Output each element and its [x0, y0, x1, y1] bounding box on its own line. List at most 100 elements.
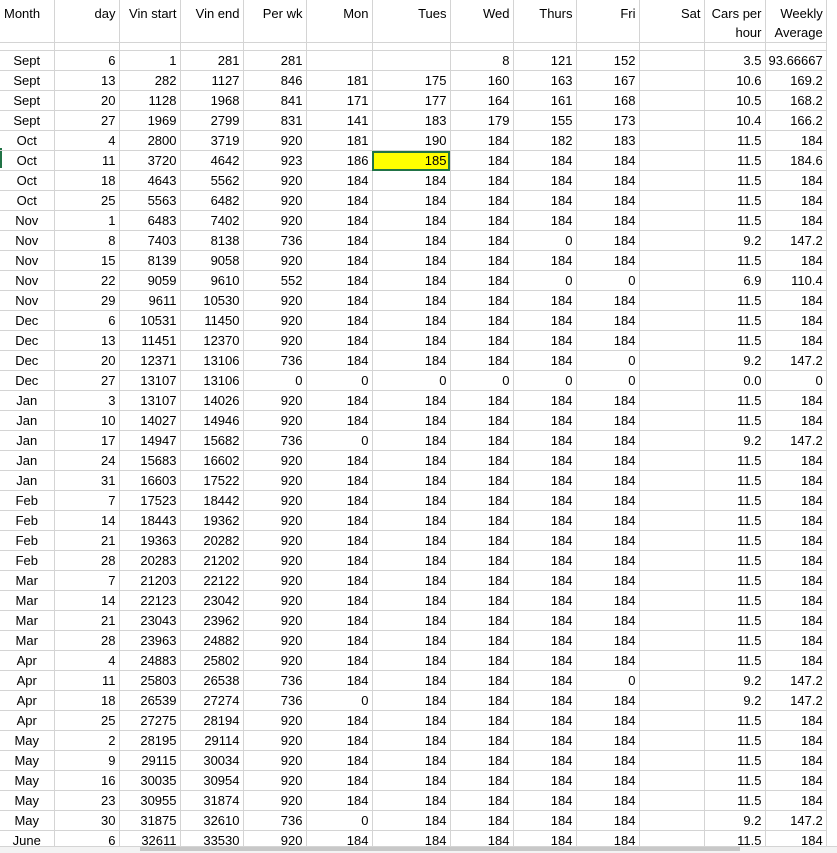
cell-day[interactable]: 3 [54, 390, 120, 411]
cell-month[interactable]: Apr [0, 650, 55, 671]
empty-cell[interactable] [450, 42, 514, 51]
cell-fri[interactable]: 184 [576, 810, 640, 831]
cell-weekly-average[interactable]: 184 [765, 710, 827, 731]
cell-thurs[interactable]: 184 [513, 610, 577, 631]
cell-mon[interactable]: 184 [306, 230, 373, 251]
cell-vin-end[interactable]: 28194 [180, 710, 244, 731]
cell-cars-per-hour[interactable]: 10.4 [704, 110, 766, 131]
cell-mon[interactable]: 184 [306, 490, 373, 511]
cell-cars-per-hour[interactable]: 6.9 [704, 270, 766, 291]
cell-wed[interactable]: 179 [450, 110, 514, 131]
cell-wed[interactable]: 184 [450, 390, 514, 411]
cell-vin-end[interactable]: 4642 [180, 150, 244, 171]
cell-wed[interactable]: 184 [450, 350, 514, 371]
cell-month[interactable]: Dec [0, 370, 55, 391]
cell-thurs[interactable]: 0 [513, 370, 577, 391]
cell-vin-start[interactable]: 14947 [119, 430, 181, 451]
cell-vin-end[interactable]: 21202 [180, 550, 244, 571]
cell-wed[interactable]: 184 [450, 570, 514, 591]
cell-sat[interactable] [639, 190, 705, 211]
cell-vin-end[interactable]: 22122 [180, 570, 244, 591]
cell-sat[interactable] [639, 710, 705, 731]
cell-thurs[interactable]: 184 [513, 670, 577, 691]
cell-vin-end[interactable]: 2799 [180, 110, 244, 131]
cell-thurs[interactable]: 184 [513, 750, 577, 771]
cell-per-wk[interactable]: 920 [243, 790, 307, 811]
cell-thurs[interactable]: 184 [513, 810, 577, 831]
cell-day[interactable]: 31 [54, 470, 120, 491]
cell-mon[interactable]: 186 [306, 150, 373, 171]
cell-vin-end[interactable]: 17522 [180, 470, 244, 491]
cell-vin-start[interactable]: 12371 [119, 350, 181, 371]
cell-thurs[interactable]: 184 [513, 570, 577, 591]
cell-tues[interactable]: 190 [372, 130, 451, 151]
cell-month[interactable]: Dec [0, 310, 55, 331]
cell-mon[interactable]: 184 [306, 470, 373, 491]
cell-sat[interactable] [639, 570, 705, 591]
cell-tues[interactable]: 184 [372, 530, 451, 551]
cell-weekly-average[interactable]: 147.2 [765, 670, 827, 691]
cell-weekly-average[interactable]: 184 [765, 770, 827, 791]
cell-day[interactable]: 1 [54, 210, 120, 231]
cell-tues[interactable]: 184 [372, 710, 451, 731]
cell-vin-end[interactable]: 24882 [180, 630, 244, 651]
cell-month[interactable]: Apr [0, 690, 55, 711]
cell-month[interactable]: Oct [0, 170, 55, 191]
cell-per-wk[interactable]: 831 [243, 110, 307, 131]
cell-sat[interactable] [639, 490, 705, 511]
cell-sat[interactable] [639, 390, 705, 411]
cell-weekly-average[interactable]: 147.2 [765, 230, 827, 251]
cell-tues[interactable]: 184 [372, 450, 451, 471]
cell-sat[interactable] [639, 610, 705, 631]
cell-per-wk[interactable]: 736 [243, 230, 307, 251]
cell-cars-per-hour[interactable]: 11.5 [704, 170, 766, 191]
cell-month[interactable]: Feb [0, 530, 55, 551]
cell-per-wk[interactable]: 920 [243, 210, 307, 231]
cell-tues[interactable]: 184 [372, 670, 451, 691]
cell-weekly-average[interactable]: 184 [765, 610, 827, 631]
cell-day[interactable]: 18 [54, 690, 120, 711]
header-fri[interactable]: Fri [576, 0, 640, 43]
cell-per-wk[interactable]: 920 [243, 730, 307, 751]
cell-weekly-average[interactable]: 184 [765, 450, 827, 471]
cell-weekly-average[interactable]: 184 [765, 590, 827, 611]
cell-per-wk[interactable]: 736 [243, 690, 307, 711]
cell-per-wk[interactable]: 552 [243, 270, 307, 291]
cell-month[interactable]: Nov [0, 250, 55, 271]
cell-thurs[interactable]: 163 [513, 70, 577, 91]
cell-per-wk[interactable]: 920 [243, 130, 307, 151]
cell-mon[interactable]: 0 [306, 690, 373, 711]
cell-sat[interactable] [639, 670, 705, 691]
cell-weekly-average[interactable]: 93.66667 [765, 50, 827, 71]
empty-cell[interactable] [513, 42, 577, 51]
cell-sat[interactable] [639, 410, 705, 431]
cell-sat[interactable] [639, 650, 705, 671]
cell-cars-per-hour[interactable]: 11.5 [704, 770, 766, 791]
cell-day[interactable]: 22 [54, 270, 120, 291]
cell-month[interactable]: May [0, 810, 55, 831]
cell-month[interactable]: May [0, 730, 55, 751]
cell-vin-end[interactable]: 27274 [180, 690, 244, 711]
cell-fri[interactable]: 0 [576, 270, 640, 291]
cell-vin-start[interactable]: 31875 [119, 810, 181, 831]
cell-thurs[interactable]: 184 [513, 390, 577, 411]
cell-month[interactable]: Jan [0, 410, 55, 431]
cell-tues[interactable]: 184 [372, 630, 451, 651]
cell-tues[interactable]: 184 [372, 350, 451, 371]
cell-weekly-average[interactable]: 184 [765, 530, 827, 551]
cell-wed[interactable]: 184 [450, 750, 514, 771]
cell-mon[interactable]: 184 [306, 790, 373, 811]
cell-cars-per-hour[interactable]: 11.5 [704, 530, 766, 551]
cell-cars-per-hour[interactable]: 11.5 [704, 290, 766, 311]
cell-per-wk[interactable]: 920 [243, 450, 307, 471]
cell-day[interactable]: 14 [54, 590, 120, 611]
cell-fri[interactable]: 184 [576, 470, 640, 491]
spreadsheet-grid[interactable]: Month day Vin start Vin end Per wk Mon Tues Wed… [0, 0, 827, 851]
cell-thurs[interactable]: 184 [513, 170, 577, 191]
cell-mon[interactable]: 184 [306, 330, 373, 351]
cell-fri[interactable]: 184 [576, 570, 640, 591]
cell-per-wk[interactable]: 920 [243, 410, 307, 431]
header-vin-end[interactable]: Vin end [180, 0, 244, 43]
cell-tues[interactable]: 177 [372, 90, 451, 111]
cell-per-wk[interactable]: 920 [243, 290, 307, 311]
